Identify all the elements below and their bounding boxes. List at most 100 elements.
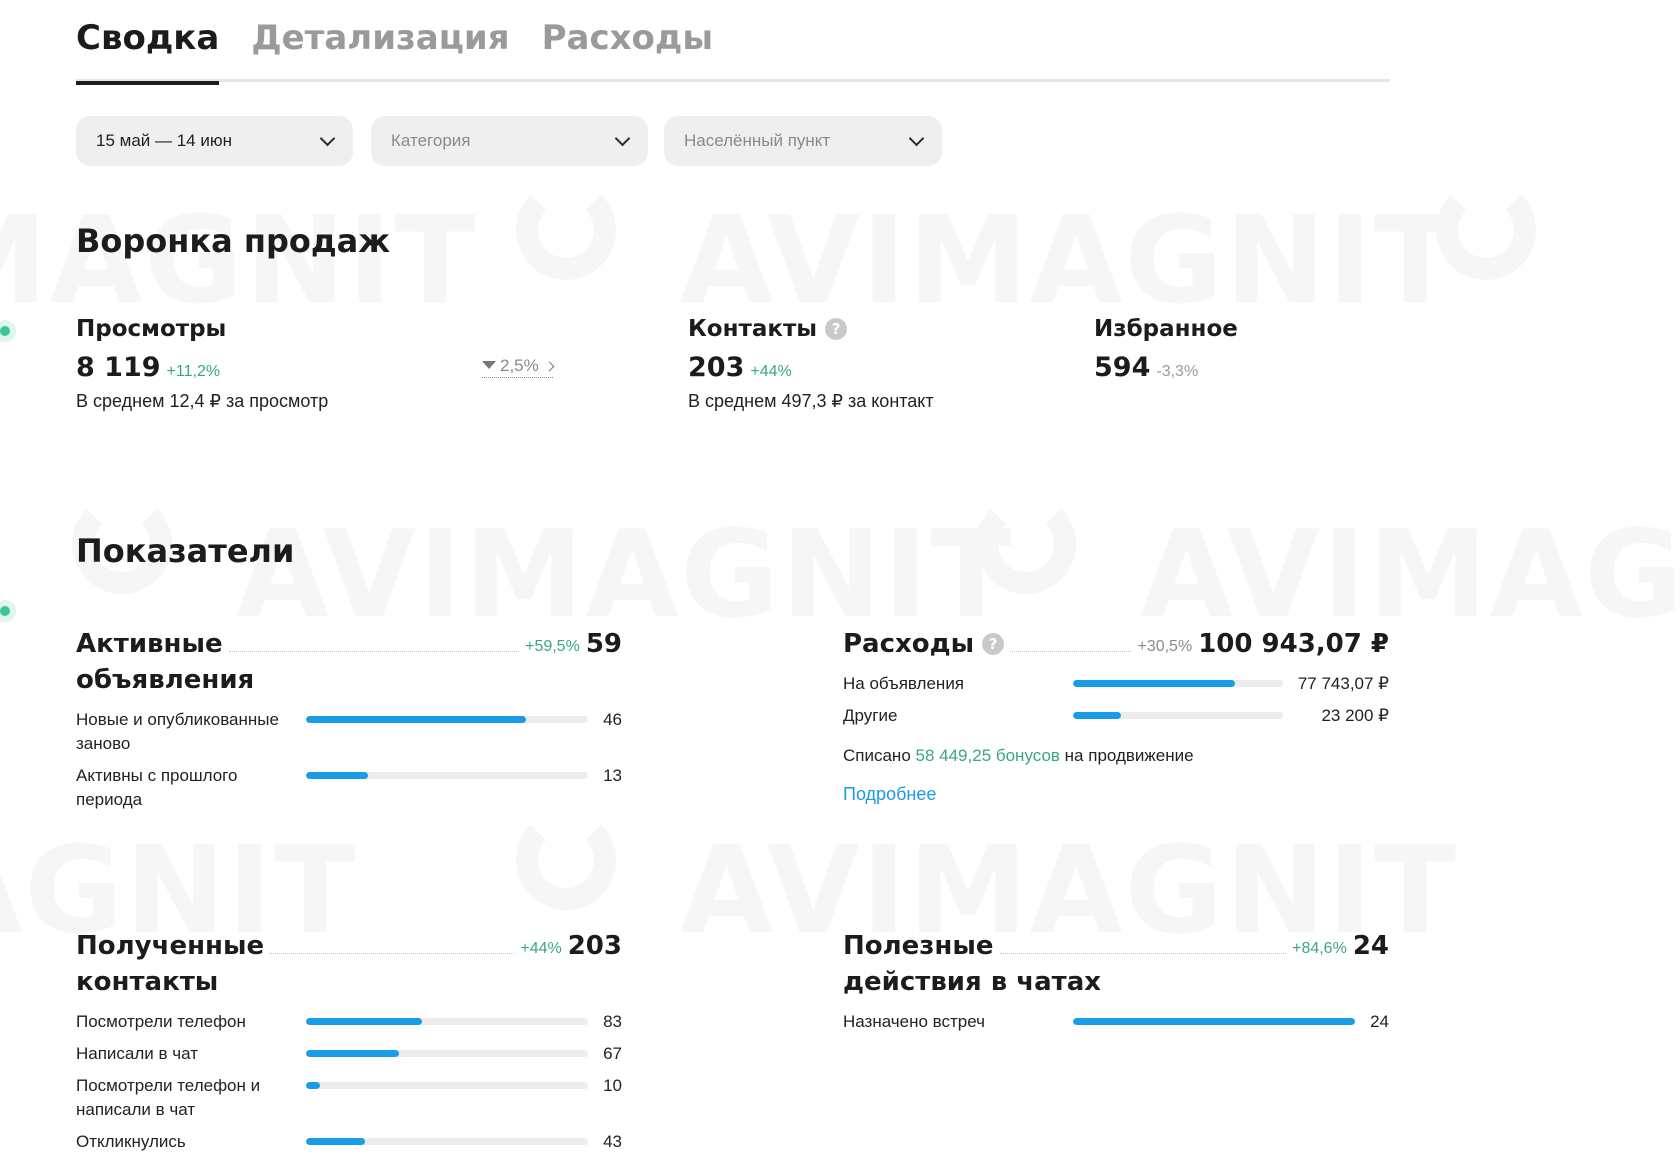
metric-chat-rows: Назначено встреч 24 (843, 1010, 1389, 1034)
list-item: Написали в чат 67 (76, 1042, 622, 1066)
kpi-contacts-delta: +44% (750, 363, 792, 380)
progress-bar-fill (306, 1018, 422, 1025)
list-item: Откликнулись 43 (76, 1130, 622, 1154)
list-item: На объявления 77 743,07 ₽ (843, 672, 1389, 696)
metric-chat-title-line2: действия в чатах (843, 967, 1102, 997)
row-value: 43 (603, 1132, 622, 1151)
progress-bar-fill (306, 716, 526, 723)
help-icon[interactable]: ? (982, 633, 1005, 655)
progress-bar (306, 772, 588, 779)
progress-bar-fill (1073, 680, 1235, 687)
row-value: 10 (603, 1076, 622, 1095)
metric-active-ads: Активные +59,5% 59 объявления Новые и оп… (76, 626, 622, 812)
metric-active-ads-delta: +59,5% (525, 638, 580, 655)
metric-chat-actions: Полезные +84,6% 24 действия в чатах Назн… (843, 928, 1389, 1034)
chevron-right-icon (544, 361, 555, 371)
period-select-value: 15 май — 14 июн (96, 131, 232, 150)
tab-details[interactable]: Детализация (251, 18, 509, 82)
help-icon[interactable]: ? (825, 318, 848, 340)
funnel-icon (482, 361, 496, 369)
dotted-leader (270, 953, 515, 954)
metric-expenses-value: 100 943,07 ₽ (1198, 629, 1389, 659)
row-value: 83 (603, 1012, 622, 1031)
tab-bar: Сводка Детализация Расходы (76, 18, 1390, 85)
row-label: Написали в чат (76, 1044, 199, 1063)
bonus-note-suffix: на продвижение (1064, 746, 1194, 765)
metric-active-ads-title-line2: объявления (76, 665, 255, 695)
dotted-leader (1010, 651, 1132, 652)
metric-chat-value: 24 (1352, 931, 1389, 961)
city-select-placeholder: Населённый пункт (684, 131, 831, 150)
metric-chat-title: Полезные (843, 931, 994, 961)
category-select-placeholder: Категория (391, 131, 471, 150)
progress-bar-fill (306, 1050, 400, 1057)
kpi-contacts-label: Контакты (688, 316, 818, 342)
conversion-link[interactable]: 2,5% (482, 356, 555, 378)
list-item: Другие 23 200 ₽ (843, 704, 1389, 728)
row-label: Другие (843, 706, 898, 725)
row-label: Посмотрели телефон и написали в чат (76, 1076, 261, 1119)
row-label: Назначено встреч (843, 1012, 986, 1031)
progress-bar-fill (306, 772, 369, 779)
metric-active-ads-rows: Новые и опубликованные заново 46 Активны… (76, 708, 622, 812)
metric-expenses: Расходы ? +30,5% 100 943,07 ₽ На объявле… (843, 626, 1389, 805)
dotted-leader (999, 953, 1287, 954)
progress-bar (306, 1138, 588, 1145)
kpi-contacts-value: 203 (688, 352, 745, 383)
progress-bar (306, 1050, 588, 1057)
kpi-favorites-delta: -3,3% (1156, 363, 1199, 380)
row-value: 13 (603, 766, 622, 785)
kpi-views-value: 8 119 (76, 352, 161, 383)
row-value: 46 (603, 710, 622, 729)
tab-expenses[interactable]: Расходы (542, 18, 714, 82)
indicators-title: Показатели (76, 532, 295, 570)
dotted-leader (228, 651, 520, 652)
progress-bar-fill (1073, 1018, 1355, 1025)
metric-contacts-title: Полученные (76, 931, 265, 961)
metric-contacts-rows: Посмотрели телефон 83 Написали в чат 67 … (76, 1010, 622, 1154)
metric-expenses-title: Расходы (843, 629, 975, 659)
row-value: 23 200 ₽ (1321, 706, 1389, 725)
list-item: Посмотрели телефон и написали в чат 10 (76, 1074, 622, 1122)
list-item: Посмотрели телефон 83 (76, 1010, 622, 1034)
period-select[interactable]: 15 май — 14 июн (76, 116, 353, 166)
row-label: Новые и опубликованные заново (76, 710, 279, 753)
progress-bar (1073, 712, 1283, 719)
progress-bar (306, 716, 588, 723)
metric-chat-delta: +84,6% (1292, 940, 1347, 957)
tab-summary[interactable]: Сводка (76, 18, 220, 85)
list-item: Назначено встреч 24 (843, 1010, 1389, 1034)
row-label: На объявления (843, 674, 965, 693)
city-select[interactable]: Населённый пункт (664, 116, 942, 166)
list-item: Активны с прошлого периода 13 (76, 764, 622, 812)
row-value: 67 (603, 1044, 622, 1063)
progress-bar-fill (306, 1138, 366, 1145)
kpi-views-delta: +11,2% (166, 363, 221, 380)
row-label: Откликнулись (76, 1132, 186, 1151)
progress-bar (306, 1018, 588, 1025)
kpi-favorites: Избранное 594 -3,3% (1094, 316, 1238, 383)
kpi-views: Просмотры 8 119 +11,2% В среднем 12,4 ₽ … (76, 316, 328, 412)
row-label: Активны с прошлого периода (76, 766, 238, 809)
kpi-contacts: Контакты ? 203 +44% В среднем 497,3 ₽ за… (688, 316, 934, 412)
kpi-favorites-label: Избранное (1094, 316, 1238, 342)
metric-received-contacts: Полученные +44% 203 контакты Посмотрели … (76, 928, 622, 1154)
kpi-views-label: Просмотры (76, 316, 227, 342)
metric-contacts-title-line2: контакты (76, 967, 219, 997)
chevron-down-icon (614, 130, 631, 146)
metric-expenses-delta: +30,5% (1137, 638, 1193, 655)
row-value: 77 743,07 ₽ (1297, 674, 1389, 693)
kpi-views-sub: В среднем 12,4 ₽ за просмотр (76, 391, 329, 411)
row-value: 24 (1370, 1012, 1389, 1031)
conversion-value: 2,5% (500, 356, 539, 375)
kpi-contacts-sub: В среднем 497,3 ₽ за контакт (688, 391, 934, 411)
more-link[interactable]: Подробнее (843, 784, 936, 805)
row-label: Посмотрели телефон (76, 1012, 246, 1031)
category-select[interactable]: Категория (371, 116, 648, 166)
metric-active-ads-value: 59 (585, 629, 622, 659)
chevron-down-icon (908, 130, 925, 146)
funnel-title: Воронка продаж (76, 222, 391, 260)
bonus-amount-link[interactable]: 58 449,25 бонусов (916, 746, 1060, 765)
progress-bar-fill (306, 1082, 321, 1089)
bonus-write-off-note: Списано 58 449,25 бонусов на продвижение (843, 746, 1389, 766)
